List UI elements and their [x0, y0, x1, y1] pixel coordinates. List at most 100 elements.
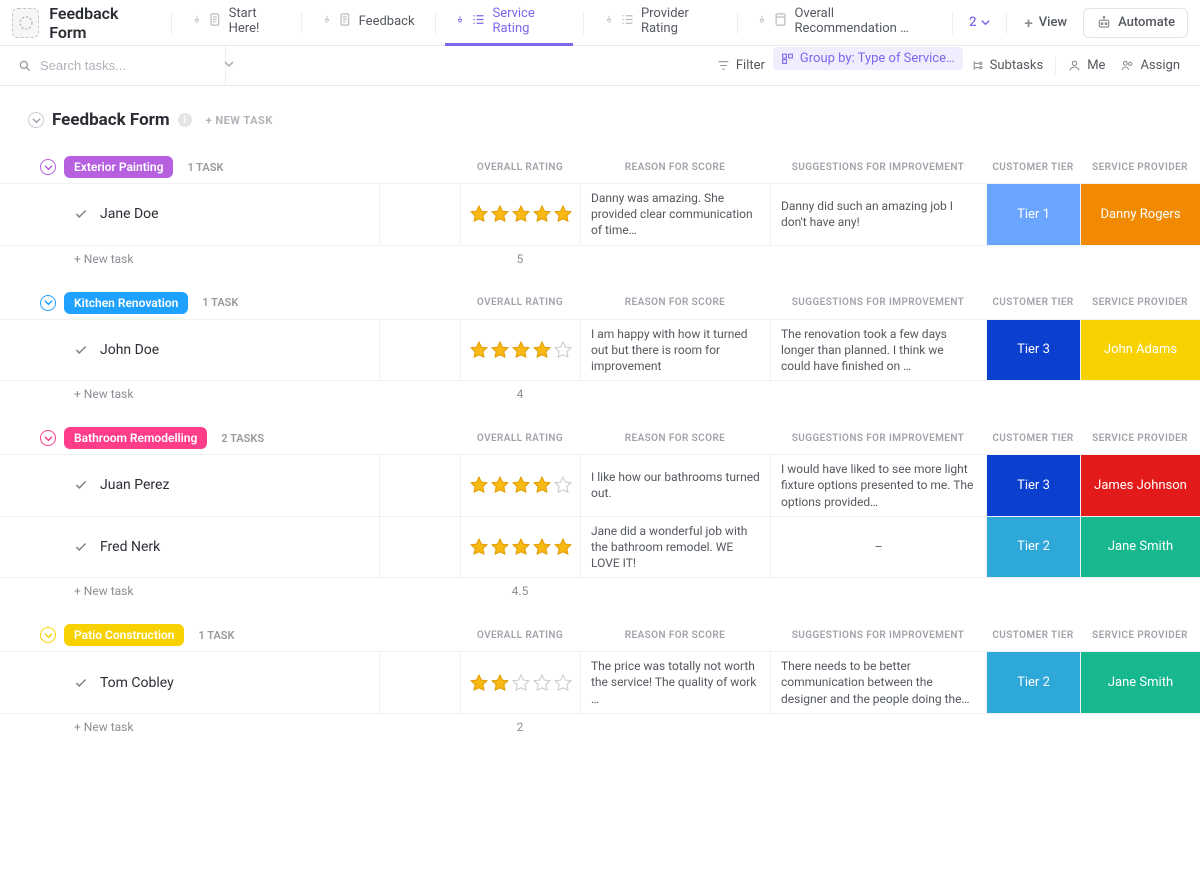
status-check-icon[interactable] — [74, 676, 88, 690]
column-header-reason[interactable]: REASON FOR SCORE — [580, 630, 770, 641]
view-type-icon — [471, 12, 486, 31]
provider-cell[interactable]: John Adams — [1080, 320, 1200, 381]
column-header-suggestions[interactable]: SUGGESTIONS FOR IMPROVEMENT — [770, 162, 986, 173]
filter-button[interactable]: Filter — [709, 54, 773, 77]
automate-button[interactable]: Automate — [1083, 8, 1188, 38]
rating-cell[interactable] — [460, 184, 580, 245]
info-icon[interactable]: i — [178, 113, 192, 127]
star-icon — [511, 537, 531, 557]
status-check-icon[interactable] — [74, 540, 88, 554]
task-row[interactable]: Tom Cobley The price was totally not wort… — [0, 651, 1200, 714]
provider-cell[interactable]: Danny Rogers — [1080, 184, 1200, 245]
search-icon — [18, 59, 32, 73]
add-view-button[interactable]: + View — [1016, 14, 1075, 32]
column-header-rating[interactable]: OVERALL RATING — [460, 297, 580, 308]
provider-cell[interactable]: Jane Smith — [1080, 652, 1200, 713]
task-row[interactable]: Jane Doe Danny was amazing. She provided … — [0, 183, 1200, 246]
tier-cell[interactable]: Tier 2 — [986, 652, 1080, 713]
subtasks-button[interactable]: Subtasks — [963, 54, 1052, 77]
suggestions-cell[interactable]: I would have liked to see more light fix… — [770, 455, 986, 516]
new-task-button[interactable]: + New task — [74, 720, 133, 734]
more-views-dropdown[interactable]: 2 — [963, 15, 995, 30]
column-header-provider[interactable]: SERVICE PROVIDER — [1080, 433, 1200, 444]
view-tab[interactable]: Overall Recommendation … — [747, 0, 942, 46]
me-filter-button[interactable]: Me — [1060, 54, 1113, 77]
view-tab[interactable]: Start Here! — [182, 0, 291, 46]
column-header-tier[interactable]: CUSTOMER TIER — [986, 433, 1080, 444]
suggestions-cell[interactable]: Danny did such an amazing job I don't ha… — [770, 184, 986, 245]
view-tab[interactable]: Provider Rating — [594, 0, 727, 46]
rating-cell[interactable] — [460, 455, 580, 516]
group-collapse-toggle[interactable] — [40, 627, 56, 643]
provider-cell[interactable]: Jane Smith — [1080, 517, 1200, 578]
collapse-all-toggle[interactable] — [28, 112, 44, 128]
column-header-provider[interactable]: SERVICE PROVIDER — [1080, 630, 1200, 641]
search-expand-icon[interactable] — [224, 59, 234, 72]
rating-cell[interactable] — [460, 652, 580, 713]
column-header-rating[interactable]: OVERALL RATING — [460, 630, 580, 641]
star-icon — [553, 673, 573, 693]
group-collapse-toggle[interactable] — [40, 430, 56, 446]
group-tag[interactable]: Kitchen Renovation — [64, 292, 188, 314]
column-header-suggestions[interactable]: SUGGESTIONS FOR IMPROVEMENT — [770, 297, 986, 308]
task-row[interactable]: Juan Perez I like how our bathrooms turne… — [0, 454, 1200, 517]
group-tag[interactable]: Exterior Painting — [64, 156, 173, 178]
view-tab[interactable]: Service Rating — [445, 0, 573, 46]
add-view-label: View — [1039, 15, 1067, 30]
rating-cell[interactable] — [460, 517, 580, 578]
column-header-reason[interactable]: REASON FOR SCORE — [580, 433, 770, 444]
reason-cell[interactable]: Jane did a wonderful job with the bathro… — [580, 517, 770, 578]
search-wrap[interactable] — [0, 46, 226, 85]
column-header-tier[interactable]: CUSTOMER TIER — [986, 297, 1080, 308]
new-task-button[interactable]: + New task — [74, 252, 133, 266]
column-header-suggestions[interactable]: SUGGESTIONS FOR IMPROVEMENT — [770, 433, 986, 444]
plus-icon: + — [1024, 14, 1032, 32]
column-header-rating[interactable]: OVERALL RATING — [460, 433, 580, 444]
workspace-icon[interactable] — [12, 8, 39, 38]
group-collapse-toggle[interactable] — [40, 295, 56, 311]
column-header-tier[interactable]: CUSTOMER TIER — [986, 630, 1080, 641]
status-check-icon[interactable] — [74, 478, 88, 492]
new-task-button-top[interactable]: + NEW TASK — [206, 114, 273, 127]
title-bar: Feedback Form Start Here!FeedbackService… — [0, 0, 1200, 46]
task-name-cell[interactable]: Tom Cobley — [0, 652, 380, 713]
new-task-button[interactable]: + New task — [74, 584, 133, 598]
column-header-tier[interactable]: CUSTOMER TIER — [986, 162, 1080, 173]
column-header-rating[interactable]: OVERALL RATING — [460, 162, 580, 173]
group-tag[interactable]: Patio Construction — [64, 624, 184, 646]
tier-cell[interactable]: Tier 3 — [986, 455, 1080, 516]
assignees-button[interactable]: Assign — [1113, 54, 1188, 77]
status-check-icon[interactable] — [74, 207, 88, 221]
column-header-provider[interactable]: SERVICE PROVIDER — [1080, 162, 1200, 173]
reason-cell[interactable]: Danny was amazing. She provided clear co… — [580, 184, 770, 245]
reason-cell[interactable]: I like how our bathrooms turned out. — [580, 455, 770, 516]
column-header-suggestions[interactable]: SUGGESTIONS FOR IMPROVEMENT — [770, 630, 986, 641]
column-header-provider[interactable]: SERVICE PROVIDER — [1080, 297, 1200, 308]
group-tag[interactable]: Bathroom Remodelling — [64, 427, 207, 449]
task-name-cell[interactable]: Juan Perez — [0, 455, 380, 516]
reason-cell[interactable]: The price was totally not worth the serv… — [580, 652, 770, 713]
task-row[interactable]: John Doe I am happy with how it turned ou… — [0, 319, 1200, 382]
provider-cell[interactable]: James Johnson — [1080, 455, 1200, 516]
group-by-button[interactable]: Group by: Type of Service… — [773, 47, 963, 70]
task-name-cell[interactable]: John Doe — [0, 320, 380, 381]
task-row[interactable]: Fred Nerk Jane did a wonderful job with t… — [0, 516, 1200, 579]
task-name-cell[interactable]: Jane Doe — [0, 184, 380, 245]
search-input[interactable] — [40, 58, 216, 73]
tier-cell[interactable]: Tier 3 — [986, 320, 1080, 381]
tier-cell[interactable]: Tier 2 — [986, 517, 1080, 578]
column-header-reason[interactable]: REASON FOR SCORE — [580, 162, 770, 173]
tier-cell[interactable]: Tier 1 — [986, 184, 1080, 245]
suggestions-cell[interactable]: There needs to be better communication b… — [770, 652, 986, 713]
suggestions-cell[interactable]: – — [770, 517, 986, 578]
view-tab-label: Feedback — [359, 14, 415, 29]
reason-cell[interactable]: I am happy with how it turned out but th… — [580, 320, 770, 381]
view-tab[interactable]: Feedback — [312, 0, 425, 46]
status-check-icon[interactable] — [74, 343, 88, 357]
rating-cell[interactable] — [460, 320, 580, 381]
group-collapse-toggle[interactable] — [40, 159, 56, 175]
task-name-cell[interactable]: Fred Nerk — [0, 517, 380, 578]
column-header-reason[interactable]: REASON FOR SCORE — [580, 297, 770, 308]
new-task-button[interactable]: + New task — [74, 387, 133, 401]
suggestions-cell[interactable]: The renovation took a few days longer th… — [770, 320, 986, 381]
